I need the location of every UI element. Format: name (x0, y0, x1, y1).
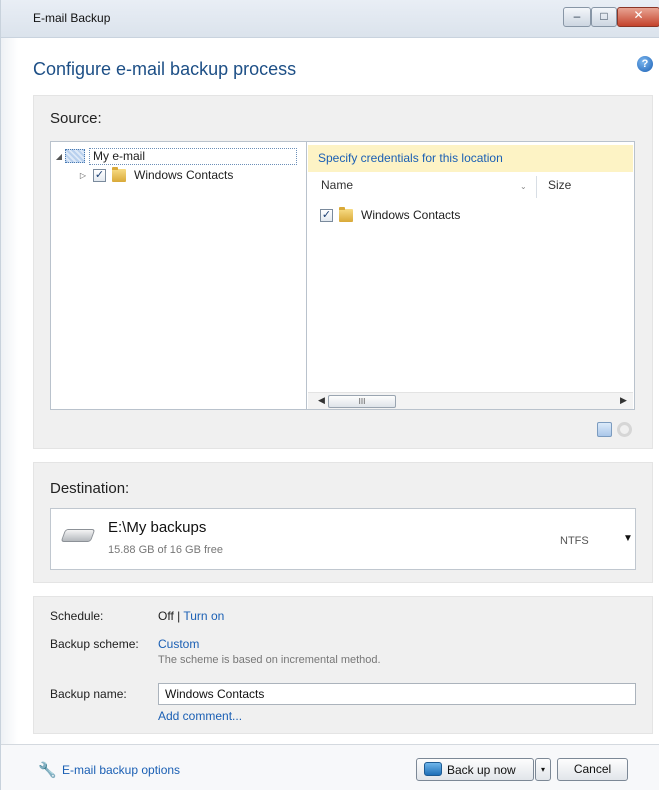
column-header-size[interactable]: Size (548, 178, 571, 192)
tree-item-my-email[interactable]: ◢ My e-mail (53, 147, 303, 165)
add-comment-link[interactable]: Add comment... (158, 709, 242, 723)
maximize-button[interactable]: □ (591, 7, 617, 27)
schedule-separator: | (173, 609, 184, 623)
help-icon[interactable]: ? (637, 56, 653, 72)
source-file-list: Specify credentials for this location Na… (306, 141, 635, 410)
scroll-thumb[interactable]: III (328, 395, 396, 408)
list-item-checkbox[interactable]: ✓ (320, 208, 333, 222)
destination-selector[interactable]: E:\My backups 15.88 GB of 16 GB free NTF… (50, 508, 636, 570)
page-title: Configure e-mail backup process (33, 59, 297, 79)
minimize-icon: – (573, 9, 581, 23)
tree-item-label: Windows Contacts (134, 168, 234, 182)
scroll-right-icon[interactable]: ▶ (620, 395, 627, 406)
chevron-down-icon[interactable]: ▼ (623, 533, 633, 544)
list-item-label: Windows Contacts (361, 208, 461, 222)
close-button[interactable]: ✕ (617, 7, 659, 27)
list-item[interactable]: ✓ Windows Contacts (320, 206, 461, 222)
credentials-bar: Specify credentials for this location (308, 145, 633, 172)
settings-panel: Schedule: Off | Turn on Backup scheme: C… (33, 596, 653, 734)
title-bar[interactable]: E-mail Backup – □ ✕ (1, 0, 659, 38)
destination-filesystem: NTFS (560, 535, 589, 547)
window-title: E-mail Backup (33, 11, 111, 25)
mailbox-icon (65, 149, 85, 163)
backup-options-dropdown-button[interactable]: ▾ (535, 758, 551, 781)
scroll-left-icon[interactable]: ◀ (318, 395, 325, 406)
source-panel: Source: ◢ My e-mail ▷ ✓ Windows Contacts… (33, 95, 653, 449)
close-icon: ✕ (633, 8, 644, 22)
cancel-button[interactable]: Cancel (557, 758, 628, 781)
backup-scheme-label: Backup scheme: (50, 637, 139, 651)
tree-item-windows-contacts[interactable]: ▷ ✓ Windows Contacts (77, 166, 233, 184)
left-decor-strip (1, 38, 18, 790)
destination-path: E:\My backups (108, 519, 207, 536)
schedule-label: Schedule: (50, 609, 104, 623)
backup-scheme-description: The scheme is based on incremental metho… (158, 654, 381, 666)
wrench-icon: 🔧 (38, 762, 57, 779)
email-backup-options-link[interactable]: E-mail backup options (62, 763, 180, 777)
tree-item-label: My e-mail (89, 147, 297, 165)
folder-icon (339, 206, 353, 222)
column-header-name[interactable]: Name (321, 178, 353, 192)
email-backup-window: E-mail Backup – □ ✕ Configure e-mail bac… (0, 0, 659, 790)
schedule-value: Off (158, 609, 174, 623)
source-tree: ◢ My e-mail ▷ ✓ Windows Contacts (50, 141, 306, 410)
minimize-button[interactable]: – (563, 7, 591, 27)
specify-credentials-link[interactable]: Specify credentials for this location (318, 151, 503, 165)
source-label: Source: (50, 110, 102, 127)
turn-on-schedule-link[interactable]: Turn on (183, 609, 224, 623)
backup-name-input[interactable] (158, 683, 636, 705)
backup-name-label: Backup name: (50, 687, 127, 701)
folder-icon (112, 166, 126, 182)
destination-free-space: 15.88 GB of 16 GB free (108, 544, 223, 556)
hard-drive-icon (60, 529, 96, 542)
backup-icon (424, 762, 442, 776)
sort-icon: ⌄ (520, 182, 527, 191)
maximize-icon: □ (600, 9, 608, 23)
back-up-now-label: Back up now (447, 763, 516, 777)
loading-spinner-icon (617, 422, 632, 437)
destination-label: Destination: (50, 480, 130, 497)
back-up-now-button[interactable]: Back up now (416, 758, 534, 781)
collapse-icon[interactable]: ◢ (53, 152, 65, 161)
column-divider[interactable] (536, 176, 537, 198)
expand-icon[interactable]: ▷ (77, 171, 89, 180)
horizontal-scrollbar[interactable]: ◀ III ▶ (308, 392, 633, 409)
dialog-footer: 🔧 E-mail backup options Back up now ▾ Ca… (1, 744, 659, 790)
view-toggle-icon[interactable] (597, 422, 612, 437)
backup-scheme-link[interactable]: Custom (158, 637, 199, 651)
destination-panel: Destination: E:\My backups 15.88 GB of 1… (33, 462, 653, 583)
schedule-value-group: Off | Turn on (158, 609, 224, 623)
windows-contacts-checkbox[interactable]: ✓ (93, 168, 106, 182)
